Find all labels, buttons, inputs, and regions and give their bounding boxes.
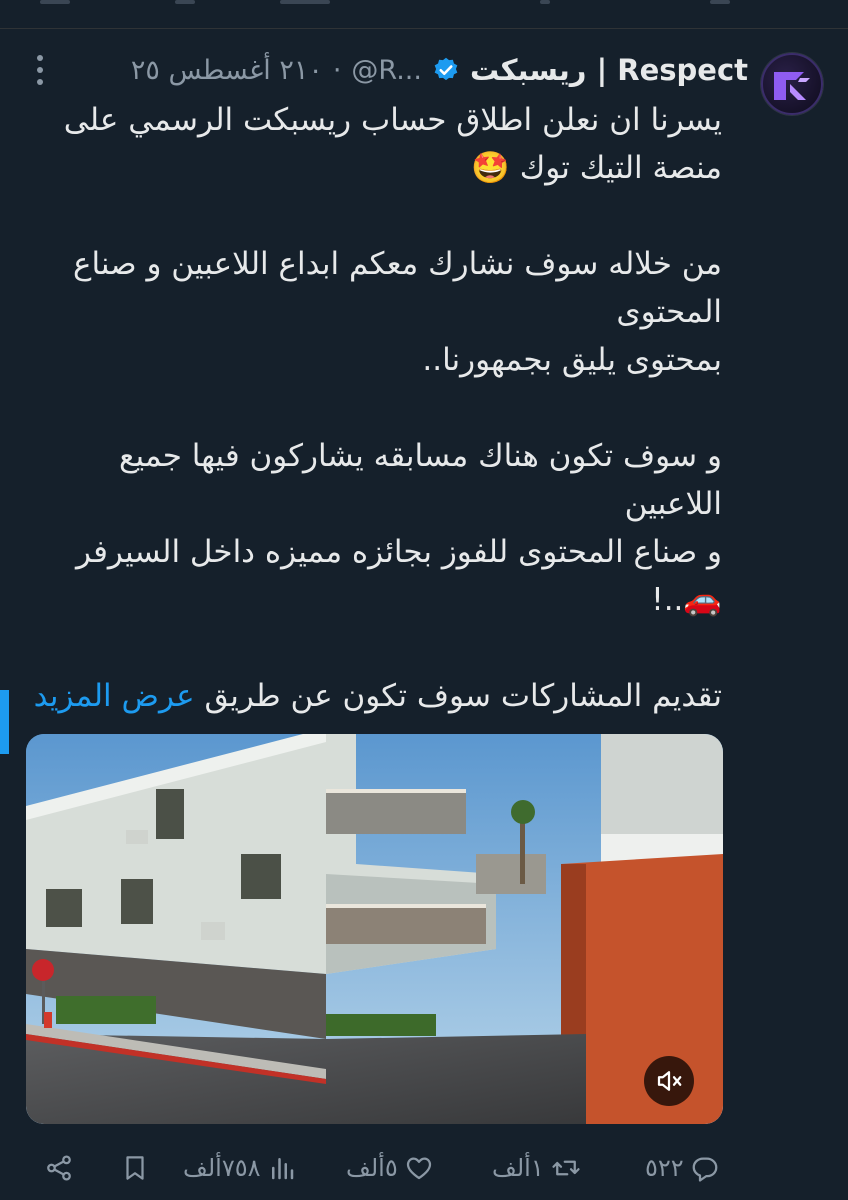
views-count: ٧٥٨ألف xyxy=(183,1154,261,1182)
action-bar: ٥٢٢ ١ألف ٥ألف ٧٥٨ألف xyxy=(0,1144,848,1192)
tweet-line: تقديم المشاركات سوف تكون عن طريق xyxy=(204,678,722,714)
tweet-blank-line xyxy=(32,624,722,672)
tweet-line: و سوف تكون هناك مسابقه يشاركون فيها جميع xyxy=(118,438,722,474)
tweet-line: من خلاله سوف نشارك معكم ابداع اللاعبين و… xyxy=(72,246,722,282)
views-icon xyxy=(271,1158,293,1180)
mute-icon xyxy=(657,1071,682,1091)
tweet-line: 🚗..! xyxy=(651,582,722,618)
video-media[interactable] xyxy=(26,734,723,1124)
bookmark-button[interactable] xyxy=(120,1144,150,1192)
tweet-last-line: تقديم المشاركات سوف تكون عن طريق عرض الم… xyxy=(32,672,722,720)
video-frame xyxy=(26,734,723,1124)
separator-dot: · xyxy=(332,54,342,86)
tweet-line: يسرنا ان نعلن اطلاق حساب ريسبكت الرسمي ع… xyxy=(63,102,722,138)
reply-count: ٥٢٢ xyxy=(645,1154,684,1182)
show-more-link[interactable]: عرض المزيد xyxy=(34,678,195,714)
tweet-header: ريسبكت | Respect @R... · ٢١٠ أغسطس ٢٥ xyxy=(131,48,748,92)
verified-badge-icon xyxy=(432,56,460,84)
like-icon xyxy=(406,1157,431,1180)
like-count: ٥ألف xyxy=(346,1154,398,1182)
tweet-line: المحتوى xyxy=(616,294,722,330)
tweet-line: منصة التيك توك 🤩 xyxy=(471,150,722,186)
tweet-line: اللاعبين xyxy=(624,486,722,522)
avatar[interactable] xyxy=(760,52,824,116)
display-name[interactable]: ريسبكت | Respect xyxy=(470,53,748,87)
handle[interactable]: @R... xyxy=(351,55,422,86)
timeline-divider xyxy=(0,28,848,29)
retweet-count: ١ألف xyxy=(492,1154,544,1182)
tweet-line: بمحتوى يليق بجمهورنا.. xyxy=(422,342,722,378)
reply-icon xyxy=(692,1157,718,1182)
tweet-line: و صناع المحتوى للفوز بجائزه مميزه داخل ا… xyxy=(75,534,722,570)
reply-button[interactable]: ٥٢٢ xyxy=(645,1144,720,1192)
share-button[interactable] xyxy=(44,1144,74,1192)
retweet-button[interactable]: ١ألف xyxy=(492,1144,582,1192)
previous-item-edge xyxy=(0,0,848,12)
share-icon xyxy=(47,1155,71,1181)
tweet-blank-line xyxy=(32,384,722,432)
retweet-icon xyxy=(552,1160,580,1176)
timestamp[interactable]: ٢١٠ أغسطس ٢٥ xyxy=(131,55,323,86)
bookmark-icon xyxy=(126,1156,144,1180)
views-button[interactable]: ٧٥٨ألف xyxy=(183,1144,297,1192)
tweet-blank-line xyxy=(32,192,722,240)
focus-accent-bar xyxy=(0,690,9,754)
mute-button[interactable] xyxy=(644,1056,694,1106)
like-button[interactable]: ٥ألف xyxy=(346,1144,434,1192)
tweet-text: يسرنا ان نعلن اطلاق حساب ريسبكت الرسمي ع… xyxy=(32,96,722,720)
more-options-icon[interactable] xyxy=(28,52,52,86)
